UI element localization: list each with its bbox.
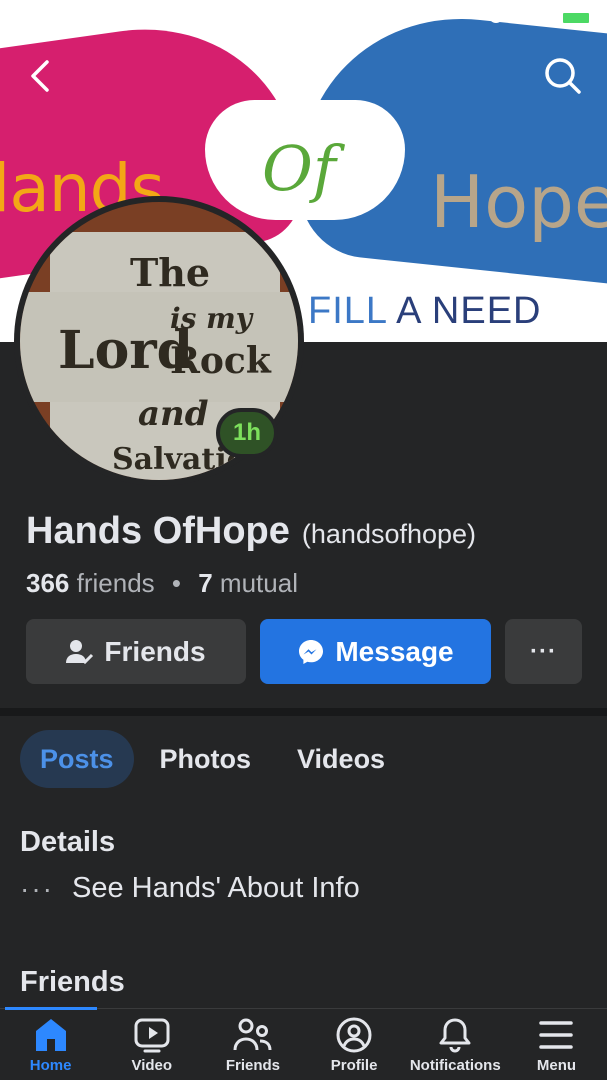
cover-tagline-fill: FILL <box>308 290 387 332</box>
message-button[interactable]: Message <box>260 619 491 684</box>
mutual-count: 7 <box>198 568 213 598</box>
nav-friends-label: Friends <box>225 1057 281 1074</box>
battery-icon <box>559 9 596 27</box>
profile-actions: Friends Message ··· <box>26 619 582 684</box>
nav-profile[interactable]: Profile <box>304 1009 405 1080</box>
bottom-navigation: Home Video Friends Profile Notifications… <box>0 1007 607 1080</box>
home-icon <box>35 1019 66 1051</box>
friends-button-label: Friends <box>104 635 206 667</box>
bell-icon <box>439 1018 471 1053</box>
search-button[interactable] <box>543 56 583 96</box>
cover-tagline-rest: A NEED <box>386 290 542 332</box>
about-info-text: See Hands' About Info <box>72 872 360 904</box>
video-icon <box>134 1018 170 1053</box>
cover-text-hope: Hope <box>430 160 607 244</box>
friends-heading: Friends <box>20 966 125 998</box>
battery-percent: 99% <box>512 7 551 28</box>
status-right: 99% <box>487 6 596 30</box>
nav-menu-label: Menu <box>536 1057 577 1074</box>
counts-separator: • <box>171 568 181 598</box>
search-icon <box>545 58 581 94</box>
friends-count: 366 <box>26 568 70 598</box>
details-heading: Details <box>20 826 116 858</box>
menu-icon <box>539 1021 574 1049</box>
mutual-count-label: mutual <box>212 568 298 598</box>
nav-notifications-label: Notifications <box>409 1057 501 1074</box>
nav-notifications[interactable]: Notifications <box>405 1009 506 1080</box>
back-button[interactable] <box>20 56 60 96</box>
profile-name: Hands OfHope <box>26 510 290 552</box>
friends-icon <box>233 1018 272 1051</box>
profile-icon <box>336 1017 372 1053</box>
message-button-label: Message <box>335 635 454 667</box>
tab-photos[interactable]: Photos <box>140 730 272 788</box>
friend-counts[interactable]: 366 friends • 7 mutual <box>26 568 298 599</box>
status-bar: Xfinity Mobile LTE 7:26 AM 99% <box>0 0 607 34</box>
profile-name-row: Hands OfHope (handsofhope) <box>26 510 476 553</box>
profile-tabs: Posts Photos Videos <box>20 730 405 788</box>
nav-home-label: Home <box>29 1057 72 1074</box>
active-tab-indicator <box>5 1007 97 1010</box>
friends-button[interactable]: Friends <box>26 619 246 684</box>
engraving-the: The <box>130 250 211 295</box>
active-time-badge: 1h <box>216 408 278 458</box>
engraving-and: and <box>138 394 209 434</box>
about-info-link[interactable]: ··· See Hands' About Info <box>20 872 360 905</box>
nav-video-label: Video <box>131 1057 173 1074</box>
profile-username: (handsofhope) <box>301 519 477 549</box>
cover-text-of: Of <box>262 132 336 205</box>
chevron-left-icon <box>31 60 49 92</box>
cover-tagline: FILL A NEED <box>308 290 541 333</box>
nav-friends[interactable]: Friends <box>202 1009 303 1080</box>
alarm-icon <box>487 6 505 30</box>
nav-menu[interactable]: Menu <box>506 1009 607 1080</box>
section-divider <box>0 708 607 716</box>
friend-check-icon <box>66 639 94 664</box>
messenger-icon <box>299 639 324 664</box>
more-dots-icon: ··· <box>530 637 557 665</box>
friends-count-label: friends <box>69 568 155 598</box>
nav-home[interactable]: Home <box>0 1009 101 1080</box>
tab-videos[interactable]: Videos <box>277 730 405 788</box>
nav-video[interactable]: Video <box>101 1009 202 1080</box>
more-options-button[interactable]: ··· <box>505 619 582 684</box>
engraving-rock: Rock <box>170 340 271 382</box>
tab-posts[interactable]: Posts <box>20 730 134 788</box>
ellipsis-icon: ··· <box>20 872 54 904</box>
nav-profile-label: Profile <box>330 1057 378 1074</box>
